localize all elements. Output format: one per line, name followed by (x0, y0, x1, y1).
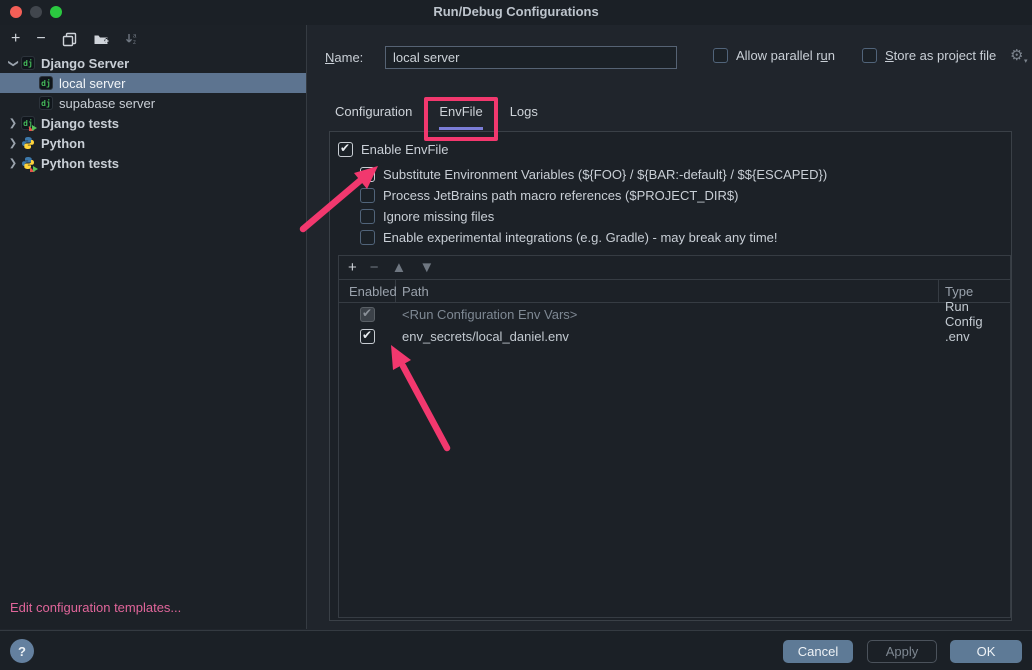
configuration-tabs: Configuration EnvFile Logs (335, 104, 538, 131)
copy-configuration-icon[interactable] (62, 32, 77, 47)
help-button[interactable]: ? (10, 639, 34, 663)
django-icon (39, 76, 53, 90)
sort-alphabetically-icon[interactable]: az (125, 32, 139, 46)
tree-item-local-server[interactable]: local server (0, 73, 306, 93)
tree-item-python-tests[interactable]: ❯ Python tests (0, 153, 306, 173)
process-path-macro-checkbox[interactable]: Process JetBrains path macro references … (360, 188, 738, 203)
edit-configuration-templates-link[interactable]: Edit configuration templates... (10, 600, 181, 615)
table-toolbar: + − ▲ ▼ (339, 256, 1010, 280)
ignore-missing-files-checkbox[interactable]: Ignore missing files (360, 209, 494, 224)
move-down-icon[interactable]: ▼ (419, 260, 434, 275)
checkbox[interactable] (360, 230, 375, 245)
store-as-project-file-checkbox[interactable]: Store as project file (862, 48, 996, 63)
window-title: Run/Debug Configurations (0, 4, 1032, 19)
chevron-right-icon[interactable]: ❯ (5, 158, 21, 169)
ok-button[interactable]: OK (950, 640, 1022, 663)
run-debug-configurations-dialog: Run/Debug Configurations + − az ❯ Django… (0, 0, 1032, 670)
tab-logs[interactable]: Logs (510, 104, 538, 130)
chevron-right-icon[interactable]: ❯ (5, 138, 21, 149)
tab-configuration[interactable]: Configuration (335, 104, 412, 130)
add-env-file-icon[interactable]: + (348, 260, 357, 275)
checkbox[interactable] (360, 188, 375, 203)
envfile-tab-content: Enable EnvFile Substitute Environment Va… (329, 131, 1012, 621)
substitute-env-vars-checkbox[interactable]: Substitute Environment Variables (${FOO}… (360, 167, 827, 182)
title-bar: Run/Debug Configurations (0, 0, 1032, 25)
checkbox[interactable] (862, 48, 877, 63)
tree-item-django-server[interactable]: ❯ Django Server (0, 53, 306, 73)
column-header-enabled[interactable]: Enabled (339, 280, 396, 302)
python-tests-icon (21, 156, 35, 170)
checkbox[interactable] (338, 142, 353, 157)
experimental-integrations-checkbox[interactable]: Enable experimental integrations (e.g. G… (360, 230, 778, 245)
table-row[interactable]: env_secrets/local_daniel.env .env (339, 325, 1010, 347)
column-header-path[interactable]: Path (396, 280, 939, 302)
add-configuration-icon[interactable]: + (11, 31, 20, 47)
move-up-icon[interactable]: ▲ (392, 260, 407, 275)
sidebar-toolbar: + − az (0, 25, 306, 53)
name-label: Name: (325, 50, 363, 65)
checkbox[interactable] (360, 329, 375, 344)
enable-envfile-checkbox[interactable]: Enable EnvFile (338, 142, 448, 157)
allow-parallel-run-checkbox[interactable]: Allow parallel run (713, 48, 835, 63)
table-row[interactable]: <Run Configuration Env Vars> Run Config (339, 303, 1010, 325)
apply-button[interactable]: Apply (867, 640, 937, 663)
checkbox[interactable] (360, 209, 375, 224)
tree-item-django-tests[interactable]: ❯ Django tests (0, 113, 306, 133)
chevron-right-icon[interactable]: ❯ (5, 118, 21, 129)
name-input[interactable] (385, 46, 677, 69)
django-tests-icon (21, 116, 35, 130)
chevron-down-icon[interactable]: ❯ (8, 55, 19, 71)
table-header: Enabled Path Type (339, 280, 1010, 303)
remove-configuration-icon[interactable]: − (36, 31, 45, 47)
django-icon (39, 96, 53, 110)
dialog-footer: ? Cancel Apply OK (0, 630, 1032, 670)
svg-text:z: z (133, 40, 136, 46)
django-icon (21, 56, 35, 70)
tree-item-supabase-server[interactable]: supabase server (0, 93, 306, 113)
checkbox (360, 307, 375, 322)
remove-env-file-icon[interactable]: − (370, 260, 379, 275)
tab-envfile[interactable]: EnvFile (439, 104, 482, 130)
checkbox[interactable] (360, 167, 375, 182)
configurations-sidebar: + − az ❯ Django Server local server supa… (0, 25, 307, 629)
cancel-button[interactable]: Cancel (783, 640, 853, 663)
python-icon (21, 136, 35, 150)
tree-item-python[interactable]: ❯ Python (0, 133, 306, 153)
svg-text:a: a (133, 34, 137, 40)
checkbox[interactable] (713, 48, 728, 63)
store-settings-gear-icon[interactable]: ⚙▾ (1010, 46, 1023, 64)
env-files-table: + − ▲ ▼ Enabled Path Type <Run Configura… (338, 255, 1011, 618)
new-folder-icon[interactable] (93, 32, 109, 46)
